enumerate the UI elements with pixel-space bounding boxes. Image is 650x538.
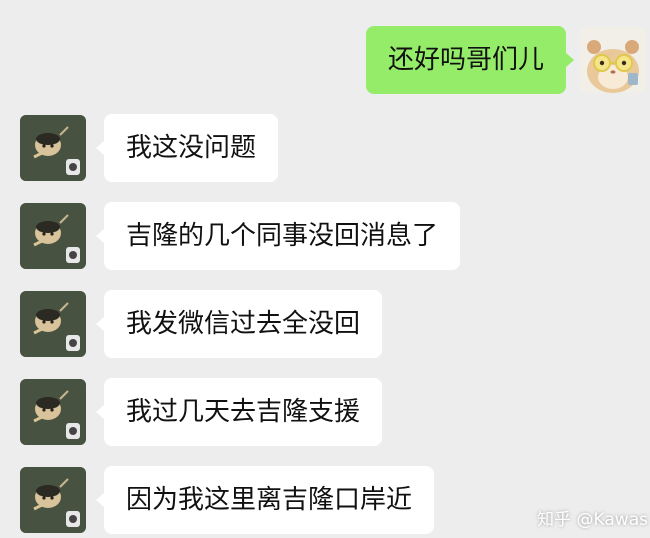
message-row-incoming: 我过几天去吉隆支援 <box>0 378 650 446</box>
message-bubble-incoming[interactable]: 因为我这里离吉隆口岸近 <box>95 466 435 534</box>
cartoon-character-icon <box>20 467 86 533</box>
message-row-incoming: 吉隆的几个同事没回消息了 <box>0 202 650 270</box>
watermark: 知乎 @Kawas <box>537 510 648 530</box>
hamster-icon <box>580 27 646 93</box>
message-bubble-outgoing[interactable]: 还好吗哥们儿 <box>365 26 575 94</box>
chat-view: 还好吗哥们儿 我这没问题 吉隆的几个同事没回消息了 我发微信过去全没回 我过几天… <box>0 0 650 538</box>
message-row-incoming: 我这没问题 <box>0 114 650 182</box>
contact-avatar[interactable] <box>20 203 86 269</box>
self-avatar[interactable] <box>580 27 646 93</box>
contact-avatar[interactable] <box>20 115 86 181</box>
cartoon-character-icon <box>20 115 86 181</box>
message-bubble-incoming[interactable]: 我过几天去吉隆支援 <box>95 378 383 446</box>
message-row-incoming: 我发微信过去全没回 <box>0 290 650 358</box>
cartoon-character-icon <box>20 291 86 357</box>
message-bubble-incoming[interactable]: 我这没问题 <box>95 114 279 182</box>
contact-avatar[interactable] <box>20 379 86 445</box>
message-bubble-incoming[interactable]: 吉隆的几个同事没回消息了 <box>95 202 461 270</box>
contact-avatar[interactable] <box>20 467 86 533</box>
message-bubble-incoming[interactable]: 我发微信过去全没回 <box>95 290 383 358</box>
cartoon-character-icon <box>20 379 86 445</box>
cartoon-character-icon <box>20 203 86 269</box>
message-row-outgoing: 还好吗哥们儿 <box>0 26 650 94</box>
contact-avatar[interactable] <box>20 291 86 357</box>
